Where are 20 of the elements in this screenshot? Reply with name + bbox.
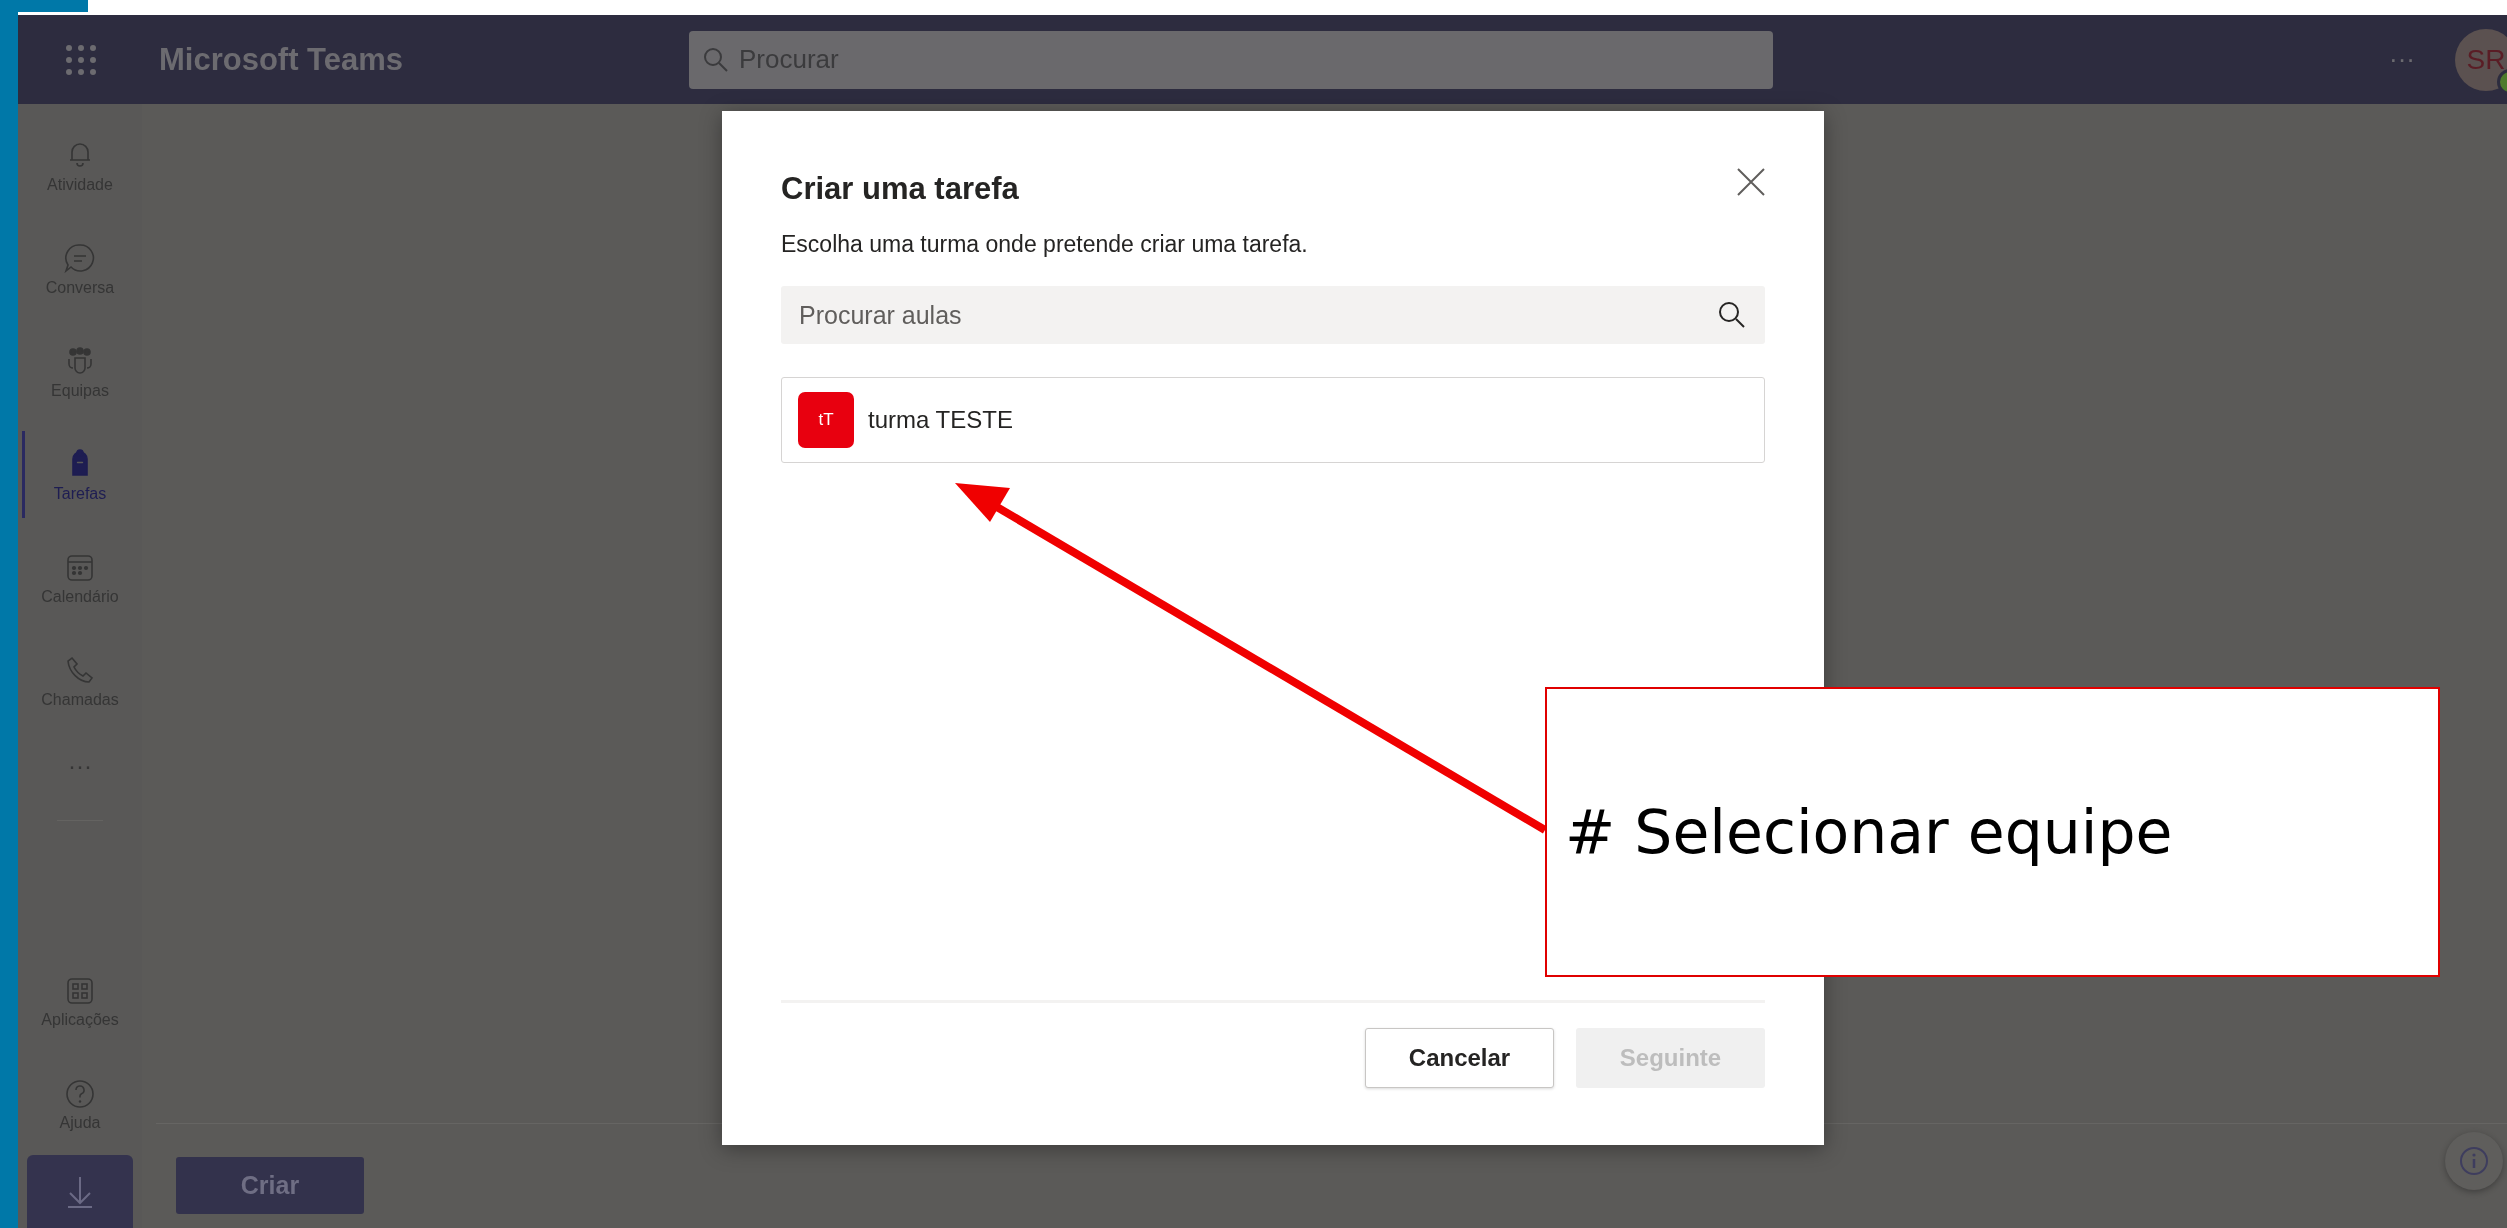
download-icon <box>65 1174 95 1209</box>
create-button[interactable]: Criar <box>176 1157 364 1214</box>
search-icon <box>1717 300 1747 330</box>
annotation-text: # Selecionar equipe <box>1565 797 2173 867</box>
dialog-subtitle: Escolha uma turma onde pretende criar uma tarefa. <box>781 231 1309 258</box>
class-name: turma TESTE <box>868 406 1013 434</box>
dialog-title: Criar uma tarefa <box>781 171 1020 208</box>
app-title: Microsoft Teams <box>159 41 405 78</box>
sidebar-label: Tarefas <box>53 484 107 503</box>
search-icon <box>703 46 729 73</box>
class-list-item[interactable]: tT turma TESTE <box>781 377 1765 463</box>
more-options-button[interactable]: ··· <box>2389 44 2415 75</box>
more-apps-button[interactable]: ··· <box>18 752 142 780</box>
info-button[interactable] <box>2445 1132 2503 1190</box>
sidebar-item[interactable]: Tarefas <box>18 423 142 526</box>
info-icon <box>2458 1145 2490 1177</box>
class-avatar: tT <box>798 392 854 448</box>
cancel-button[interactable]: Cancelar <box>1365 1028 1554 1088</box>
search-field[interactable]: Procurar aulas <box>781 286 1765 344</box>
download-button[interactable] <box>27 1155 133 1228</box>
